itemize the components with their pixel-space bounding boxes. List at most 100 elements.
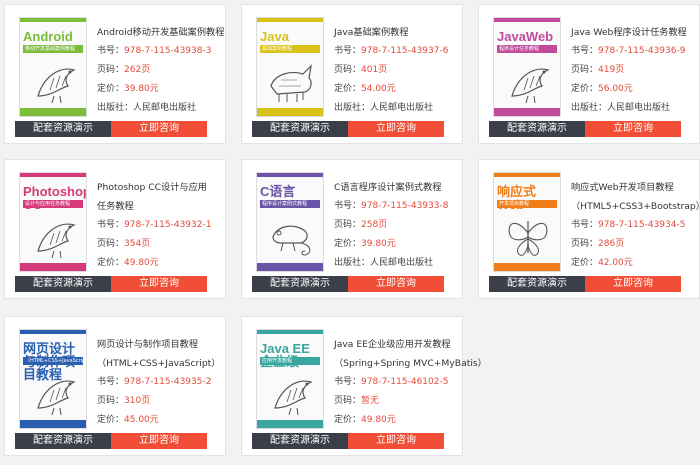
- publisher-row: 出版社：人民邮电出版社: [334, 254, 456, 273]
- book-title[interactable]: （HTML5+CSS3+Bootstrap）: [571, 197, 700, 216]
- cover-subtitle: 基础案例教程: [260, 45, 320, 53]
- card-actions: 配套资源演示 立即咨询: [15, 276, 207, 292]
- consult-now-button[interactable]: 立即咨询: [348, 121, 444, 137]
- book-cover-image[interactable]: Android 移动开发基础案例教程: [19, 17, 87, 117]
- cover-subtitle: 程序设计案例式教程: [260, 200, 320, 208]
- price-value: 39.80元: [124, 84, 159, 94]
- bird-icon: [274, 380, 313, 416]
- isbn-value: 978-7-115-43938-3: [124, 46, 212, 56]
- isbn-label: 书号：: [571, 220, 599, 230]
- isbn-row: 书号：978-7-115-43935-2: [97, 373, 219, 392]
- consult-now-button[interactable]: 立即咨询: [585, 121, 681, 137]
- book-title[interactable]: Photoshop CC设计与应用: [97, 178, 219, 197]
- isbn-row: 书号：978-7-115-43938-3: [97, 42, 219, 61]
- isbn-label: 书号：: [571, 46, 599, 56]
- book-title[interactable]: C语言程序设计案例式教程: [334, 178, 456, 197]
- resource-demo-button[interactable]: 配套资源演示: [489, 121, 585, 137]
- book-title[interactable]: Java基础案例教程: [334, 23, 456, 42]
- cover-band: [257, 18, 323, 22]
- isbn-label: 书号：: [97, 377, 125, 387]
- consult-now-button[interactable]: 立即咨询: [348, 433, 444, 449]
- book-title[interactable]: Java EE企业级应用开发教程: [334, 335, 456, 354]
- isbn-label: 书号：: [334, 377, 362, 387]
- publisher-label: 出版社：: [334, 103, 371, 113]
- resource-demo-button[interactable]: 配套资源演示: [15, 276, 111, 292]
- resource-demo-button[interactable]: 配套资源演示: [15, 121, 111, 137]
- cover-subtitle: 开发项目教程: [497, 200, 557, 208]
- book-card: Java 基础案例教程 Java基础案例教程 书号：978-7-115-4393…: [241, 4, 463, 144]
- price-label: 定价：: [97, 84, 125, 94]
- price-label: 定价：: [571, 84, 599, 94]
- price-label: 定价：: [334, 84, 362, 94]
- publisher-label: 出版社：: [571, 103, 608, 113]
- cover-band: [20, 108, 86, 116]
- consult-now-button[interactable]: 立即咨询: [585, 276, 681, 292]
- book-title[interactable]: （Spring+Spring MVC+MyBatis）: [334, 354, 487, 373]
- consult-now-button[interactable]: 立即咨询: [111, 121, 207, 137]
- price-label: 定价：: [334, 415, 362, 425]
- price-label: 定价：: [97, 415, 125, 425]
- pages-label: 页码：: [334, 220, 362, 230]
- isbn-row: 书号：978-7-115-46102-5: [334, 373, 456, 392]
- isbn-value: 978-7-115-43933-8: [361, 201, 449, 211]
- isbn-row: 书号：978-7-115-43936-9: [571, 42, 693, 61]
- price-label: 定价：: [334, 239, 362, 249]
- pages-label: 页码：: [571, 239, 599, 249]
- book-title[interactable]: Java Web程序设计任务教程: [571, 23, 693, 42]
- consult-now-button[interactable]: 立即咨询: [111, 433, 207, 449]
- book-title[interactable]: Android移动开发基础案例教程: [97, 23, 224, 42]
- cover-subtitle: 设计与应用任务教程: [23, 200, 83, 208]
- publisher-label: 出版社：: [97, 103, 134, 113]
- card-actions: 配套资源演示 立即咨询: [252, 121, 444, 137]
- resource-demo-button[interactable]: 配套资源演示: [252, 121, 348, 137]
- book-cover-image[interactable]: JavaWeb 程序设计任务教程: [493, 17, 561, 117]
- cover-band: [257, 173, 323, 177]
- consult-now-button[interactable]: 立即咨询: [111, 276, 207, 292]
- butterfly-icon: [508, 221, 548, 256]
- pages-row: 页码：258页: [334, 216, 456, 235]
- book-cover-image[interactable]: Java EE企业级 应用开发教程: [256, 329, 324, 429]
- cover-subtitle: 程序设计任务教程: [497, 45, 557, 53]
- resource-demo-button[interactable]: 配套资源演示: [489, 276, 585, 292]
- isbn-label: 书号：: [334, 201, 362, 211]
- cover-band: [20, 263, 86, 271]
- pages-label: 页码：: [97, 65, 125, 75]
- book-cover-image[interactable]: Photoshop CC 设计与应用任务教程: [19, 172, 87, 272]
- cover-subtitle: 应用开发教程: [260, 357, 320, 365]
- book-title[interactable]: 响应式Web开发项目教程: [571, 178, 693, 197]
- book-cover-image[interactable]: 响应式Web 开发项目教程: [493, 172, 561, 272]
- book-cover-image[interactable]: 网页设计与制作项目教程 （HTML+CSS+JavaScript）: [19, 329, 87, 429]
- book-info: Java EE企业级应用开发教程 （Spring+Spring MVC+MyBat…: [334, 335, 487, 449]
- isbn-value: 978-7-115-43932-1: [124, 220, 212, 230]
- book-title[interactable]: 网页设计与制作项目教程: [97, 335, 219, 354]
- cover-title: Android: [23, 29, 73, 44]
- pages-value: 262页: [124, 65, 151, 75]
- book-info: Java Web程序设计任务教程 书号：978-7-115-43936-9 页码…: [571, 23, 693, 118]
- bird-icon: [37, 68, 76, 104]
- resource-demo-button[interactable]: 配套资源演示: [252, 276, 348, 292]
- pages-row: 页码：暂无: [334, 392, 456, 411]
- price-row: 定价：42.00元: [571, 254, 693, 273]
- cover-band: [20, 18, 86, 22]
- pages-value: 310页: [124, 396, 151, 406]
- pages-row: 页码：262页: [97, 61, 219, 80]
- isbn-row: 书号：978-7-115-43937-6: [334, 42, 456, 61]
- price-value: 49.80元: [361, 415, 396, 425]
- card-actions: 配套资源演示 立即咨询: [489, 121, 681, 137]
- book-cover-image[interactable]: Java 基础案例教程: [256, 17, 324, 117]
- bird-icon: [37, 380, 76, 416]
- book-cover-image[interactable]: C语言 程序设计案例式教程: [256, 172, 324, 272]
- price-value: 39.80元: [361, 239, 396, 249]
- resource-demo-button[interactable]: 配套资源演示: [15, 433, 111, 449]
- book-info: Android移动开发基础案例教程 书号：978-7-115-43938-3 页…: [97, 23, 224, 118]
- publisher-value: 人民邮电出版社: [370, 258, 434, 268]
- cover-band: [257, 108, 323, 116]
- book-title[interactable]: 任务教程: [97, 197, 219, 216]
- pages-row: 页码：310页: [97, 392, 219, 411]
- pages-value: 401页: [361, 65, 388, 75]
- cover-band: [20, 173, 86, 177]
- price-label: 定价：: [97, 258, 125, 268]
- resource-demo-button[interactable]: 配套资源演示: [252, 433, 348, 449]
- book-title[interactable]: （HTML+CSS+JavaScript）: [97, 354, 220, 373]
- consult-now-button[interactable]: 立即咨询: [348, 276, 444, 292]
